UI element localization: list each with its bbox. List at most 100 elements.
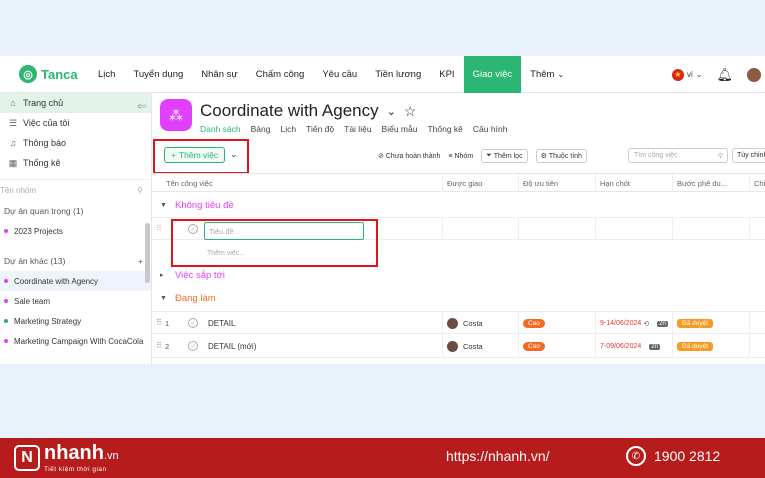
cell-assignee[interactable]: Costa bbox=[442, 312, 518, 335]
group-in-progress[interactable]: ▼ Đang làm bbox=[152, 287, 765, 309]
tab-calendar[interactable]: Lịch bbox=[281, 124, 297, 134]
group-untitled[interactable]: ▼ Không tiêu đề bbox=[152, 194, 765, 216]
group-search-placeholder: Tên nhóm bbox=[0, 186, 37, 195]
sidebar-item-statistics[interactable]: ▦ Thống kê bbox=[0, 153, 151, 173]
cell-deadline[interactable]: 9-14/06/2024 ⟲ 2n bbox=[595, 312, 672, 335]
table-row[interactable]: ⠿ 2 ✓ DETAIL (mới) Costa Cao 7-09/06/202… bbox=[152, 335, 765, 358]
filter-icon: ⏷ bbox=[486, 152, 492, 159]
column-header-deadline[interactable]: Hạn chót bbox=[595, 174, 672, 193]
project-item[interactable]: Marketing Strategy bbox=[0, 311, 151, 331]
table-row[interactable]: ⠿ 1 ✓ DETAIL Costa Cao 9-14/06/2024 ⟲ 2n Đ… bbox=[152, 311, 765, 335]
drag-handle-icon[interactable]: ⠿ bbox=[156, 318, 162, 327]
project-name: Coordinate with Agency bbox=[14, 276, 99, 286]
group-important[interactable]: Dự án quan trọng (1) bbox=[0, 201, 151, 221]
project-item[interactable]: Sale team bbox=[0, 291, 151, 311]
group-other[interactable]: Dự án khác (13) + bbox=[0, 251, 151, 271]
tab-documents[interactable]: Tài liệu bbox=[344, 124, 371, 134]
repeat-icon: ⟲ bbox=[643, 320, 650, 328]
app-window: ◎ Tanca Lịch Tuyển dụng Nhân sự Chấm côn… bbox=[0, 56, 765, 364]
project-dot bbox=[4, 319, 8, 323]
column-header-name[interactable]: Tên công việc bbox=[162, 174, 442, 193]
tab-statistics[interactable]: Thống kê bbox=[427, 124, 462, 134]
cell-deadline[interactable]: 7-09/06/2024 2n bbox=[595, 335, 672, 358]
column-header-more[interactable]: Chi bbox=[749, 174, 765, 193]
sidebar-scrollbar[interactable] bbox=[145, 223, 150, 283]
project-item[interactable]: Coordinate with Agency bbox=[0, 271, 151, 291]
chart-icon: ▦ bbox=[8, 157, 18, 168]
project-dot bbox=[4, 229, 8, 233]
nav-item-kpi[interactable]: KPI bbox=[430, 56, 463, 93]
caret-right-icon[interactable]: ▸ bbox=[160, 271, 168, 279]
tab-list[interactable]: Danh sách bbox=[200, 124, 241, 134]
footer-banner: N nhanh.vn Tiết kiệm thời gian https://n… bbox=[0, 438, 765, 478]
chevron-down-icon[interactable]: ⌄ bbox=[387, 105, 396, 118]
project-dot bbox=[4, 299, 8, 303]
group-by[interactable]: ≡ Nhóm bbox=[448, 153, 473, 160]
nav-item-tasks[interactable]: Giao việc bbox=[463, 56, 522, 93]
caret-down-icon[interactable]: ▼ bbox=[160, 295, 168, 302]
tab-settings[interactable]: Cấu hình bbox=[473, 124, 508, 134]
nav-item-more[interactable]: Thêm ⌄ bbox=[521, 56, 573, 93]
plus-icon[interactable]: + bbox=[138, 256, 143, 266]
nav-item-calendar[interactable]: Lịch bbox=[89, 56, 124, 93]
add-task-hint[interactable]: Thêm việc... bbox=[207, 250, 245, 257]
language-switcher[interactable]: ★ vi ⌄ bbox=[672, 68, 702, 81]
cell-approval[interactable]: Đã duyệt bbox=[672, 312, 749, 335]
collapse-sidebar-icon[interactable]: ⇐ bbox=[137, 99, 147, 113]
customize-button[interactable]: Tùy chỉnh bbox=[732, 148, 765, 163]
cell-priority[interactable]: Cao bbox=[518, 312, 595, 335]
search-icon: ⚲ bbox=[717, 152, 723, 160]
drag-handle-icon[interactable]: ⠿ bbox=[156, 224, 162, 233]
filter-incomplete[interactable]: ⊘ Chưa hoàn thành bbox=[378, 152, 440, 161]
properties[interactable]: ⚙ Thuộc tính bbox=[535, 149, 587, 163]
project-item[interactable]: 2023 Projects bbox=[0, 221, 151, 241]
avatar bbox=[447, 318, 458, 329]
row-index: 2 bbox=[165, 342, 170, 351]
group-upcoming[interactable]: ▸ Việc sắp tới bbox=[152, 264, 765, 286]
nav-item-payroll[interactable]: Tiền lương bbox=[366, 56, 430, 93]
nav-item-hr[interactable]: Nhân sự bbox=[192, 56, 246, 93]
nav-item-attendance[interactable]: Chấm công bbox=[247, 56, 314, 93]
column-header-priority[interactable]: Độ ưu tiên bbox=[518, 174, 595, 193]
column-header-approval[interactable]: Bước phê du... bbox=[672, 174, 749, 193]
add-task-button[interactable]: + Thêm việc bbox=[164, 147, 226, 163]
nav-item-requests[interactable]: Yêu cầu bbox=[313, 56, 366, 93]
task-name[interactable]: DETAIL (mới) bbox=[208, 342, 256, 351]
tab-progress[interactable]: Tiến độ bbox=[306, 124, 334, 134]
tool-label: Thêm lọc bbox=[493, 152, 523, 160]
task-search-input[interactable]: Tìm công việc ⚲ bbox=[628, 148, 728, 163]
tanca-logo[interactable]: ◎ Tanca bbox=[19, 65, 89, 83]
check-circle-icon[interactable]: ✓ bbox=[188, 318, 198, 328]
tab-forms[interactable]: Biểu mẫu bbox=[382, 124, 418, 134]
bell-icon[interactable]: 🔔︎ bbox=[716, 67, 733, 83]
drag-handle-icon[interactable]: ⠿ bbox=[156, 341, 162, 350]
cell-priority[interactable]: Cao bbox=[518, 335, 595, 358]
project-name: 2023 Projects bbox=[14, 226, 63, 236]
sidebar-item-notifications[interactable]: ♫ Thông báo bbox=[0, 133, 151, 153]
sidebar-item-my-tasks[interactable]: ☰ Việc của tôi bbox=[0, 113, 151, 133]
column-header-assignee[interactable]: Được giao bbox=[442, 174, 518, 193]
nav-item-recruitment[interactable]: Tuyển dụng bbox=[124, 56, 192, 93]
task-name[interactable]: DETAIL bbox=[208, 319, 235, 328]
footer-url[interactable]: https://nhanh.vn/ bbox=[446, 448, 550, 464]
chevron-down-icon[interactable]: ⌄ bbox=[230, 149, 238, 160]
user-avatar[interactable] bbox=[747, 67, 761, 82]
toolbar: ⊘ Chưa hoàn thành ≡ Nhóm ⏷ Thêm lọc ⚙ Thuộc … bbox=[378, 149, 587, 163]
brand-slogan: Tiết kiệm thời gian bbox=[44, 466, 107, 473]
star-icon[interactable]: ☆ bbox=[404, 103, 417, 120]
brand-main: nhanh bbox=[44, 442, 104, 464]
caret-down-icon[interactable]: ▼ bbox=[160, 202, 168, 209]
group-search[interactable]: Tên nhóm ⚲ bbox=[0, 179, 151, 201]
check-circle-icon[interactable]: ✓ bbox=[188, 341, 198, 351]
project-dot bbox=[4, 279, 8, 283]
tab-board[interactable]: Bảng bbox=[251, 124, 271, 134]
new-task-title-input[interactable]: Tiêu đề bbox=[204, 222, 364, 240]
sidebar-item-home[interactable]: ⌂ Trang chủ bbox=[0, 93, 151, 113]
add-filter[interactable]: ⏷ Thêm lọc bbox=[481, 149, 528, 163]
sidebar-item-label: Trang chủ bbox=[23, 98, 64, 108]
cell-approval[interactable]: Đã duyệt bbox=[672, 335, 749, 358]
brand-suffix: .vn bbox=[104, 450, 119, 462]
project-item[interactable]: Marketing Campaign With CocaCola bbox=[0, 331, 151, 351]
cell-assignee[interactable]: Costa bbox=[442, 335, 518, 358]
footer-phone[interactable]: ✆ 1900 2812 bbox=[626, 446, 720, 466]
